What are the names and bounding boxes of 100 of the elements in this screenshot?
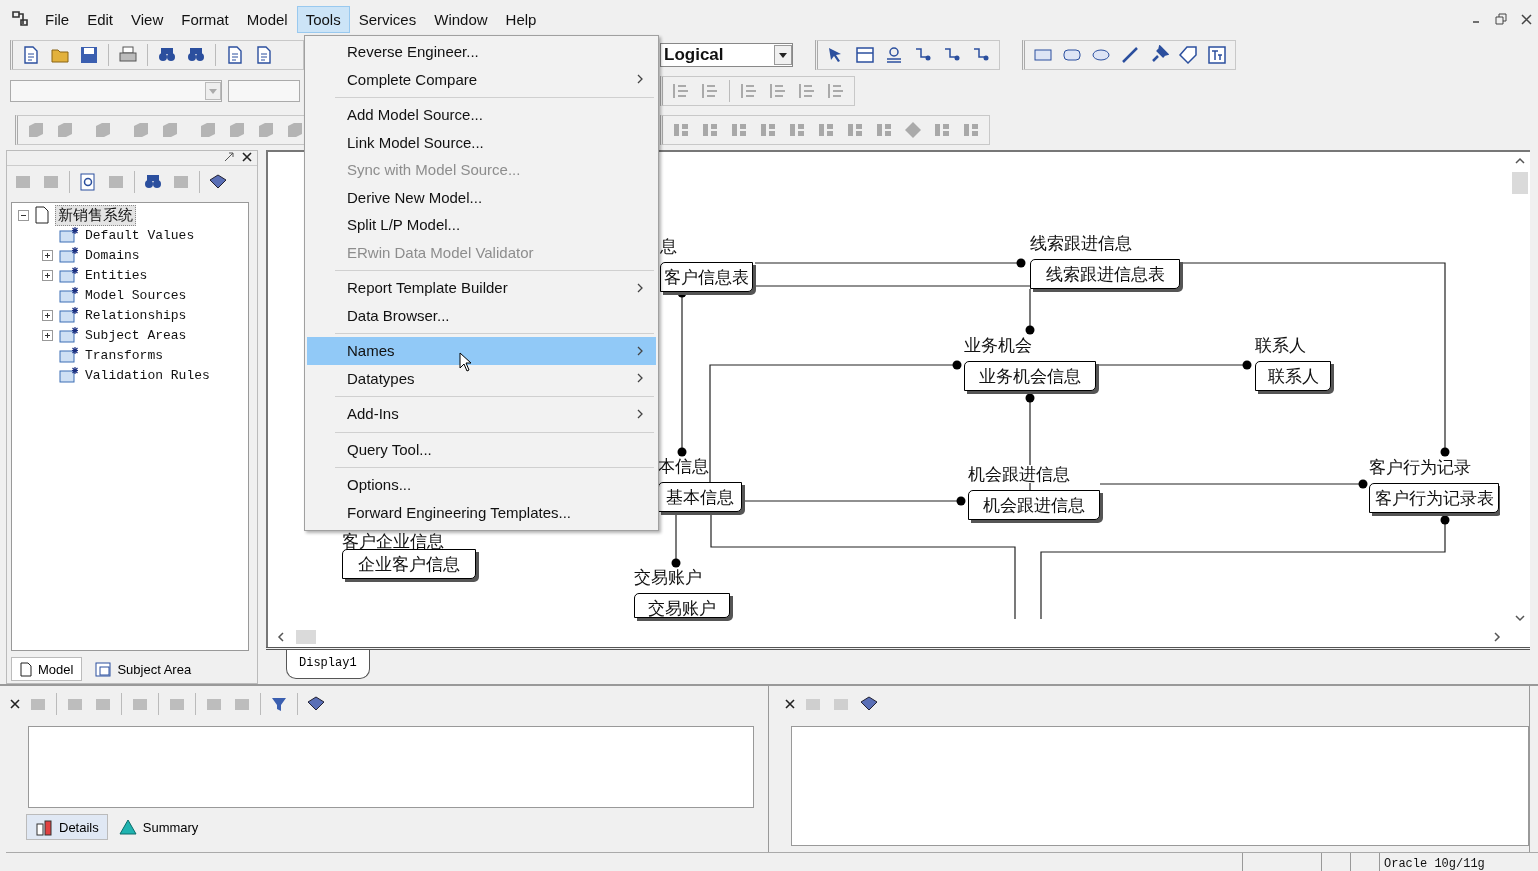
menu-item[interactable]: View: [122, 5, 173, 33]
layout-icon[interactable]: [55, 120, 75, 140]
save-icon[interactable]: [79, 45, 99, 65]
menu-item[interactable]: Query Tool...: [307, 435, 656, 463]
tree-item[interactable]: Transforms: [85, 347, 163, 363]
menu-item[interactable]: Format: [172, 5, 238, 33]
printer-icon[interactable]: [118, 45, 138, 65]
app-logo-icon: [10, 9, 30, 29]
layout-icon[interactable]: [26, 120, 46, 140]
tree-item[interactable]: Default Values: [85, 227, 195, 243]
entity-box[interactable]: 交易账户: [634, 593, 730, 618]
export-icon[interactable]: [254, 45, 274, 65]
menu-item[interactable]: Options...: [307, 471, 656, 499]
align-icon[interactable]: [739, 81, 759, 101]
align-icon[interactable]: [826, 81, 846, 101]
diagram-tab[interactable]: Display1: [286, 650, 370, 679]
scroll-down-icon[interactable]: [1514, 613, 1526, 623]
tree-item[interactable]: 新销售系统: [55, 204, 136, 226]
line-icon[interactable]: [1120, 45, 1140, 65]
layout-icon[interactable]: [198, 120, 218, 140]
tree-item[interactable]: Model Sources: [85, 287, 187, 303]
close-icon[interactable]: [785, 699, 795, 709]
new-file-icon[interactable]: [21, 45, 41, 65]
close-icon[interactable]: [10, 699, 20, 709]
dropdown-field[interactable]: [228, 80, 300, 102]
layout-icon[interactable]: [131, 120, 151, 140]
menu-item[interactable]: Data Browser...: [307, 301, 656, 329]
menu-item[interactable]: Edit: [78, 5, 123, 33]
menu-item[interactable]: Names: [307, 337, 656, 365]
dropdown-field[interactable]: [10, 80, 222, 102]
entity-box[interactable]: 联系人: [1255, 361, 1331, 391]
close-icon[interactable]: [1521, 13, 1532, 25]
menu-item[interactable]: Derive New Model...: [307, 183, 656, 211]
menu-item[interactable]: Window: [425, 5, 497, 33]
layout-icon[interactable]: [285, 120, 305, 140]
menu-item[interactable]: File: [36, 5, 79, 33]
panel-tab[interactable]: Summary: [109, 814, 208, 840]
details-area[interactable]: [28, 726, 754, 808]
tree-item[interactable]: Relationships: [85, 307, 187, 323]
tree-item[interactable]: Validation Rules: [85, 367, 210, 383]
menu-item[interactable]: Add-Ins: [307, 400, 656, 428]
entity-box[interactable]: 客户行为记录表: [1369, 483, 1499, 513]
menu-item[interactable]: Forward Engineering Templates...: [307, 498, 656, 526]
align-icon[interactable]: [797, 81, 817, 101]
menu-item[interactable]: Datatypes: [307, 364, 656, 392]
pin-icon[interactable]: [223, 151, 235, 163]
align-icon[interactable]: [671, 81, 691, 101]
close-icon[interactable]: [241, 151, 253, 163]
entity-box[interactable]: 业务机会信息: [964, 361, 1096, 391]
tag-icon[interactable]: [1178, 45, 1198, 65]
align-icon[interactable]: [700, 81, 720, 101]
folder-icon: [59, 306, 79, 324]
panel-tab[interactable]: Model: [11, 657, 83, 681]
layout-icon[interactable]: [256, 120, 276, 140]
expand-toggle[interactable]: [42, 329, 53, 341]
panel-tab[interactable]: Details: [26, 814, 108, 840]
diamond-icon[interactable]: [903, 120, 923, 140]
menu-item[interactable]: Split L/P Model...: [307, 211, 656, 239]
entity-name: 线索跟进信息: [1030, 234, 1132, 252]
entity-name: 联系人: [1255, 336, 1306, 354]
folder-icon: [59, 326, 79, 344]
menu-item[interactable]: Help: [496, 5, 546, 33]
text-box-icon[interactable]: [1207, 45, 1227, 65]
expand-toggle[interactable]: [42, 249, 53, 261]
expand-toggle[interactable]: [42, 309, 53, 321]
tree-item[interactable]: Domains: [85, 247, 140, 263]
menu-item[interactable]: Link Model Source...: [307, 128, 656, 156]
scroll-thumb[interactable]: [296, 630, 316, 644]
stamp-icon[interactable]: [884, 45, 904, 65]
scroll-right-icon[interactable]: [1492, 631, 1502, 643]
panel-tab[interactable]: Subject Area: [86, 657, 201, 681]
entity-box[interactable]: 线索跟进信息表: [1030, 259, 1180, 289]
entity-box[interactable]: 企业客户信息: [342, 549, 476, 579]
menu-item[interactable]: Model: [237, 5, 297, 33]
tree-item[interactable]: Subject Areas: [85, 327, 187, 343]
collapse-toggle[interactable]: [18, 209, 29, 221]
entity-box[interactable]: 客户信息表: [660, 262, 753, 292]
menu-item[interactable]: Services: [349, 5, 426, 33]
scroll-thumb[interactable]: [1512, 172, 1528, 194]
database-label: Oracle 10g/11g: [1379, 853, 1538, 871]
scroll-left-icon[interactable]: [276, 631, 286, 643]
menu-item[interactable]: Add Model Source...: [307, 101, 656, 129]
import-icon[interactable]: [225, 45, 245, 65]
restore-icon[interactable]: [1495, 13, 1507, 25]
expand-toggle[interactable]: [42, 269, 53, 281]
layout-icon[interactable]: [160, 120, 180, 140]
tree-item[interactable]: Entities: [85, 267, 148, 283]
menu-item[interactable]: Tools: [296, 5, 350, 33]
menu-item[interactable]: Reverse Engineer...: [307, 38, 656, 66]
mouse-pointer-icon: [459, 352, 473, 372]
menu-item[interactable]: Report Template Builder: [307, 274, 656, 302]
find-icon[interactable]: [78, 172, 98, 192]
align-icon[interactable]: [768, 81, 788, 101]
menu-item[interactable]: Complete Compare: [307, 65, 656, 93]
scroll-up-icon[interactable]: [1514, 156, 1526, 166]
entity-name: 客户企业信息: [342, 532, 444, 550]
entity-box[interactable]: 机会跟进信息: [968, 490, 1100, 520]
entity-icon[interactable]: [855, 45, 875, 65]
entity-box[interactable]: 基本信息: [658, 482, 742, 512]
view-mode-dropdown[interactable]: Logical: [660, 43, 793, 67]
